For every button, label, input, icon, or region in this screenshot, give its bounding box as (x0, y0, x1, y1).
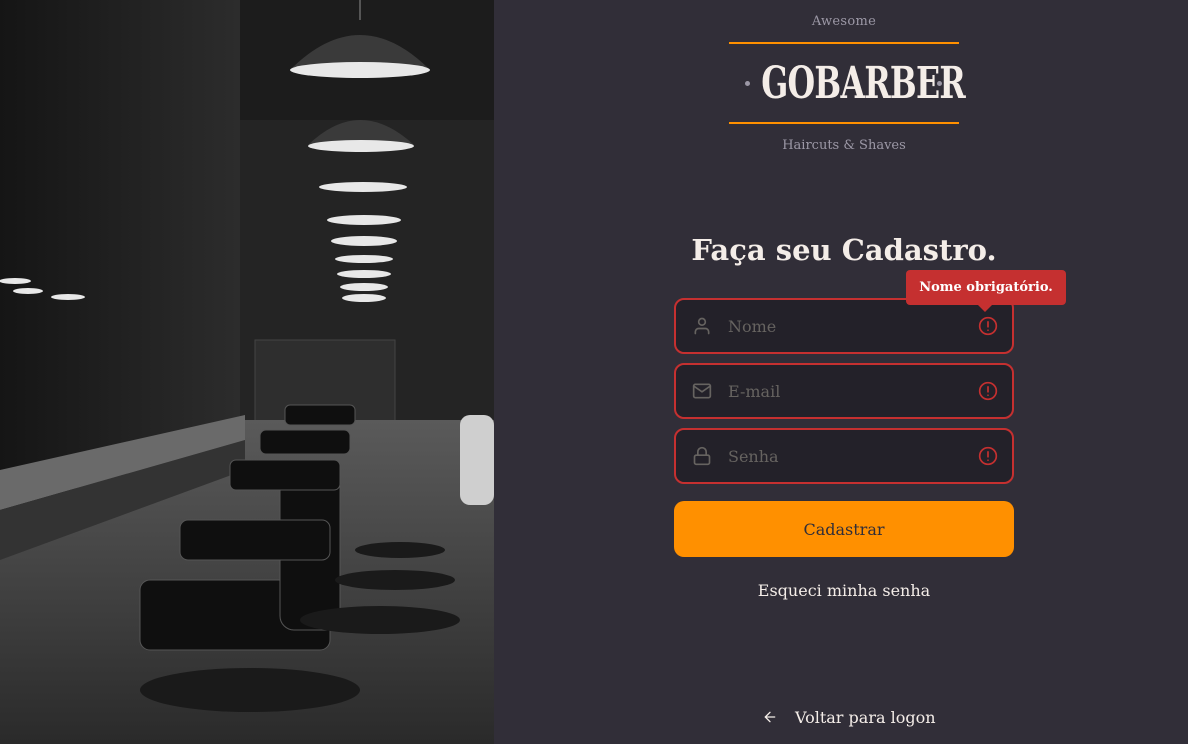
gobarber-logo: Awesome GOBARBER Haircuts & Shaves (729, 0, 966, 160)
password-input[interactable] (728, 430, 968, 482)
logo-divider (729, 42, 959, 44)
logo-main-text: GOBARBER (761, 58, 966, 109)
logo-top-text: Awesome (811, 14, 877, 29)
error-tooltip: Nome obrigatório. (906, 270, 1066, 312)
arrow-left-icon (764, 711, 776, 723)
alert-circle-icon[interactable] (978, 316, 998, 336)
logo-divider (729, 122, 959, 124)
alert-circle-icon[interactable] (978, 381, 998, 401)
logo-dot (745, 81, 750, 86)
forgot-password-link[interactable]: Esqueci minha senha (674, 581, 1014, 600)
page-title: Faça seu Cadastro. (691, 233, 997, 267)
name-field (674, 298, 1014, 354)
submit-button[interactable]: Cadastrar (674, 501, 1014, 557)
logo-dot (937, 81, 942, 86)
barbershop-illustration (0, 0, 494, 744)
back-to-logon-link[interactable]: Voltar para logon (762, 706, 936, 728)
password-field (674, 428, 1014, 484)
mail-icon (692, 383, 712, 399)
email-input[interactable] (728, 365, 968, 417)
lock-icon (693, 446, 711, 466)
back-link-label: Voltar para logon (795, 707, 936, 727)
alert-circle-icon[interactable] (978, 446, 998, 466)
logo-bottom-text: Haircuts & Shaves (782, 138, 906, 153)
user-icon (694, 317, 710, 335)
name-input[interactable] (728, 300, 968, 352)
signup-panel: Awesome GOBARBER Haircuts & Shaves Faça … (494, 0, 1188, 744)
barbershop-photo (0, 0, 494, 744)
email-field (674, 363, 1014, 419)
